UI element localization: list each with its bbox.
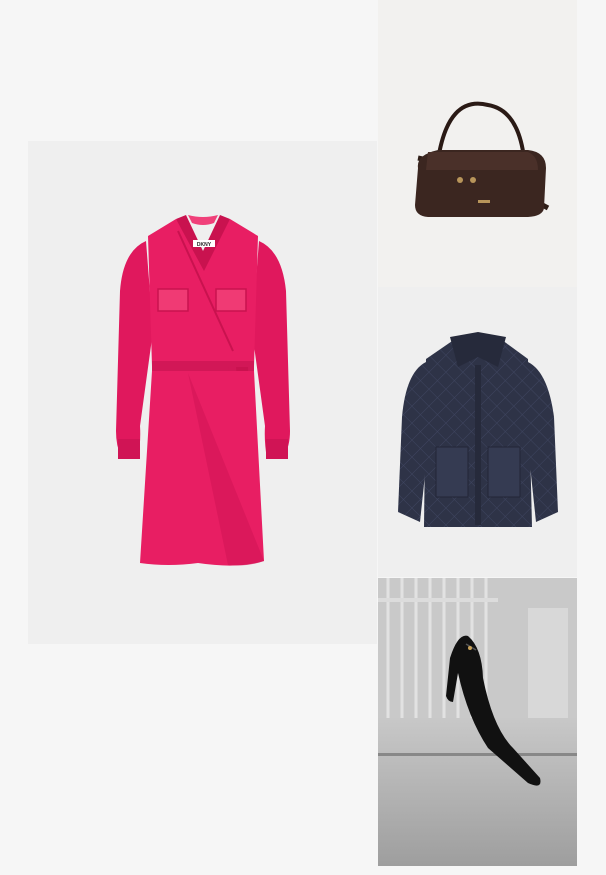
jacket-product-tile[interactable] — [378, 287, 577, 577]
dress-product-tile[interactable]: DKNY — [28, 141, 377, 644]
dress-label-logo: DKNY — [197, 242, 212, 248]
pump-heel-image — [378, 578, 577, 866]
handbag-image — [415, 101, 550, 217]
bag-product-tile[interactable] — [378, 0, 577, 287]
shoe-product-tile[interactable] — [378, 578, 577, 866]
wrap-dress-image: DKNY — [116, 215, 290, 566]
quilted-jacket-image — [398, 332, 558, 527]
